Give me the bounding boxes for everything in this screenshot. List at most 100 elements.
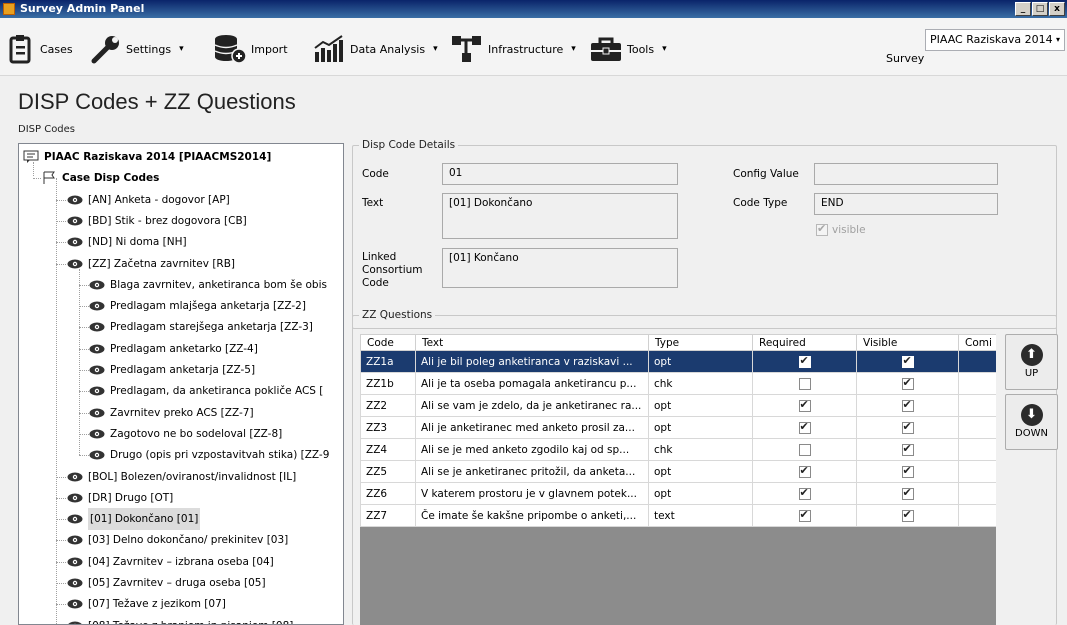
code-field[interactable]: 01 — [442, 163, 678, 185]
tree-item[interactable]: [01] Dokončano [01] — [67, 508, 201, 531]
data-analysis-label: Data Analysis — [350, 42, 426, 56]
tree-item-label: [ZZ] Začetna zavrnitev [RB] — [88, 257, 236, 270]
tree-item[interactable]: Predlagam anketarko [ZZ-4] — [89, 338, 258, 360]
eye-icon — [67, 195, 83, 205]
tree-item[interactable]: [ND] Ni doma [NH] — [67, 231, 187, 253]
cases-button[interactable]: Cases — [8, 34, 73, 64]
table-row[interactable]: ZZ1a Ali je bil poleg anketiranca v razis… — [360, 350, 996, 373]
data-analysis-button[interactable]: Data Analysis ▾ — [312, 34, 438, 64]
cell-comment — [958, 460, 996, 483]
tree-item-root[interactable]: PIAAC Raziskava 2014 [PIAACMS2014] — [23, 146, 271, 168]
cell-text: Ali je bil poleg anketiranca v raziskavi… — [415, 350, 649, 373]
tree-item[interactable]: [BD] Stik - brez dogovora [CB] — [67, 210, 247, 232]
down-button[interactable]: ⬇ DOWN — [1005, 394, 1058, 450]
tree-item[interactable]: [04] Zavrnitev – izbrana oseba [04] — [67, 551, 274, 573]
required-checkbox[interactable] — [798, 398, 811, 412]
tree-item[interactable]: Blaga zavrnitev, anketiranca bom še obis — [89, 274, 327, 296]
data-analysis-dropdown-icon[interactable]: ▾ — [433, 44, 438, 54]
config-value-field[interactable] — [814, 163, 998, 185]
clipboard-icon — [9, 35, 31, 64]
tree-item[interactable]: [05] Zavrnitev – druga oseba [05] — [67, 572, 266, 594]
tree-item[interactable]: [DR] Drugo [OT] — [67, 487, 173, 509]
tree-item[interactable]: Zagotovo ne bo sodeloval [ZZ-8] — [89, 423, 282, 445]
table-row[interactable]: ZZ6 V katerem prostoru je v glavnem potek… — [360, 482, 996, 505]
tree-item[interactable]: [BOL] Bolezen/oviranost/invalidnost [IL] — [67, 466, 296, 488]
table-row[interactable]: ZZ4 Ali se je med anketo zgodilo kaj od s… — [360, 438, 996, 461]
cell-code: ZZ6 — [360, 482, 416, 505]
cell-type: opt — [648, 416, 753, 439]
import-button[interactable]: Import — [213, 34, 288, 64]
up-label: UP — [1024, 368, 1039, 379]
table-row[interactable]: ZZ2 Ali se vam je zdelo, da je anketirane… — [360, 394, 996, 417]
required-checkbox[interactable] — [798, 508, 811, 522]
infrastructure-dropdown-icon[interactable]: ▾ — [571, 44, 576, 54]
tree-item-label: [AN] Anketa - dogovor [AP] — [88, 193, 230, 206]
required-checkbox[interactable] — [798, 443, 811, 456]
chevron-down-icon[interactable]: ▾ — [1053, 31, 1063, 49]
tree-item-label: Predlagam mlajšega anketarja [ZZ-2] — [110, 300, 306, 313]
zz-questions-grid[interactable]: Code Text Type Required Visible Comi ZZ1a Ali … — [360, 334, 996, 625]
tools-dropdown-icon[interactable]: ▾ — [662, 44, 667, 54]
tree-item[interactable]: [03] Delno dokončano/ prekinitev [03] — [67, 529, 288, 551]
visible-checkbox[interactable] — [901, 486, 914, 500]
visible-checkbox[interactable] — [901, 420, 914, 434]
tree-item[interactable]: Predlagam starejšega anketarja [ZZ-3] — [89, 316, 313, 338]
settings-button[interactable]: Settings ▾ — [90, 34, 184, 64]
cell-type: opt — [648, 394, 753, 417]
visible-checkbox[interactable] — [901, 376, 914, 390]
text-field[interactable]: [01] Dokončano — [442, 193, 678, 239]
linked-consortium-code-field[interactable]: [01] Končano — [442, 248, 678, 288]
column-header[interactable]: Visible — [856, 334, 959, 351]
column-header[interactable]: Type — [648, 334, 753, 351]
tree-item[interactable]: [07] Težave z jezikom [07] — [67, 593, 226, 615]
tree-item[interactable]: Drugo (opis pri vzpostavitvah stika) [ZZ… — [89, 444, 329, 466]
visible-checkbox[interactable] — [901, 442, 914, 456]
visible-checkbox[interactable]: visible — [816, 222, 866, 236]
table-row[interactable]: ZZ3 Ali je anketiranec med anketo prosil … — [360, 416, 996, 439]
cell-code: ZZ3 — [360, 416, 416, 439]
eye-icon — [67, 621, 83, 624]
required-checkbox[interactable] — [798, 420, 811, 434]
window-title-bar: Survey Admin Panel _ □ x — [0, 0, 1067, 18]
table-row[interactable]: ZZ7 Če imate še kakšne pripombe o anketi,… — [360, 504, 996, 527]
window-title: Survey Admin Panel — [20, 2, 145, 15]
tree-item[interactable]: Predlagam anketarja [ZZ-5] — [89, 359, 255, 381]
visible-checkbox[interactable] — [901, 398, 914, 412]
required-checkbox[interactable] — [798, 377, 811, 390]
maximize-button[interactable]: □ — [1032, 2, 1048, 16]
cell-type: opt — [648, 482, 753, 505]
cell-comment — [958, 504, 996, 527]
visible-checkbox[interactable] — [901, 354, 914, 368]
required-checkbox[interactable] — [798, 464, 811, 478]
tree-item[interactable]: [08] Težave z branjem in pisanjem [08] — [67, 615, 293, 624]
column-header[interactable]: Text — [415, 334, 649, 351]
disp-codes-tree[interactable]: PIAAC Raziskava 2014 [PIAACMS2014] Case D… — [18, 143, 344, 625]
eye-icon — [67, 237, 83, 247]
tree-item[interactable]: [AN] Anketa - dogovor [AP] — [67, 189, 230, 211]
settings-dropdown-icon[interactable]: ▾ — [179, 44, 184, 54]
tree-item[interactable]: Predlagam mlajšega anketarja [ZZ-2] — [89, 295, 306, 317]
tools-button[interactable]: Tools ▾ — [589, 34, 667, 64]
column-header[interactable]: Comi — [958, 334, 996, 351]
column-header[interactable]: Code — [360, 334, 416, 351]
tree-item-label: Predlagam anketarja [ZZ-5] — [110, 364, 256, 376]
tree-item[interactable]: Zavrnitev preko ACS [ZZ-7] — [89, 402, 254, 424]
minimize-button[interactable]: _ — [1015, 2, 1031, 16]
code-type-field[interactable]: END — [814, 193, 998, 215]
close-button[interactable]: x — [1049, 2, 1065, 16]
visible-checkbox[interactable] — [901, 464, 914, 478]
table-row[interactable]: ZZ5 Ali se je anketiranec pritožil, da an… — [360, 460, 996, 483]
required-checkbox[interactable] — [798, 486, 811, 500]
table-row[interactable]: ZZ1b Ali je ta oseba pomagala anketirancu… — [360, 372, 996, 395]
cell-comment — [958, 416, 996, 439]
survey-select[interactable]: PIAAC Raziskava 2014 ▾ — [925, 29, 1065, 51]
tree-item-case-disp-codes[interactable]: Case Disp Codes — [41, 167, 159, 189]
visible-checkbox[interactable] — [901, 508, 914, 522]
tree-item[interactable]: [ZZ] Začetna zavrnitev [RB] — [67, 253, 235, 275]
tree-item[interactable]: Predlagam, da anketiranca pokliče ACS [ — [89, 380, 323, 402]
infrastructure-button[interactable]: Infrastructure ▾ — [450, 34, 576, 64]
required-checkbox[interactable] — [798, 354, 811, 368]
tree-item-label: Predlagam, da anketiranca pokliče ACS [ — [110, 385, 324, 398]
up-button[interactable]: ⬆ UP — [1005, 334, 1058, 390]
column-header[interactable]: Required — [752, 334, 857, 351]
